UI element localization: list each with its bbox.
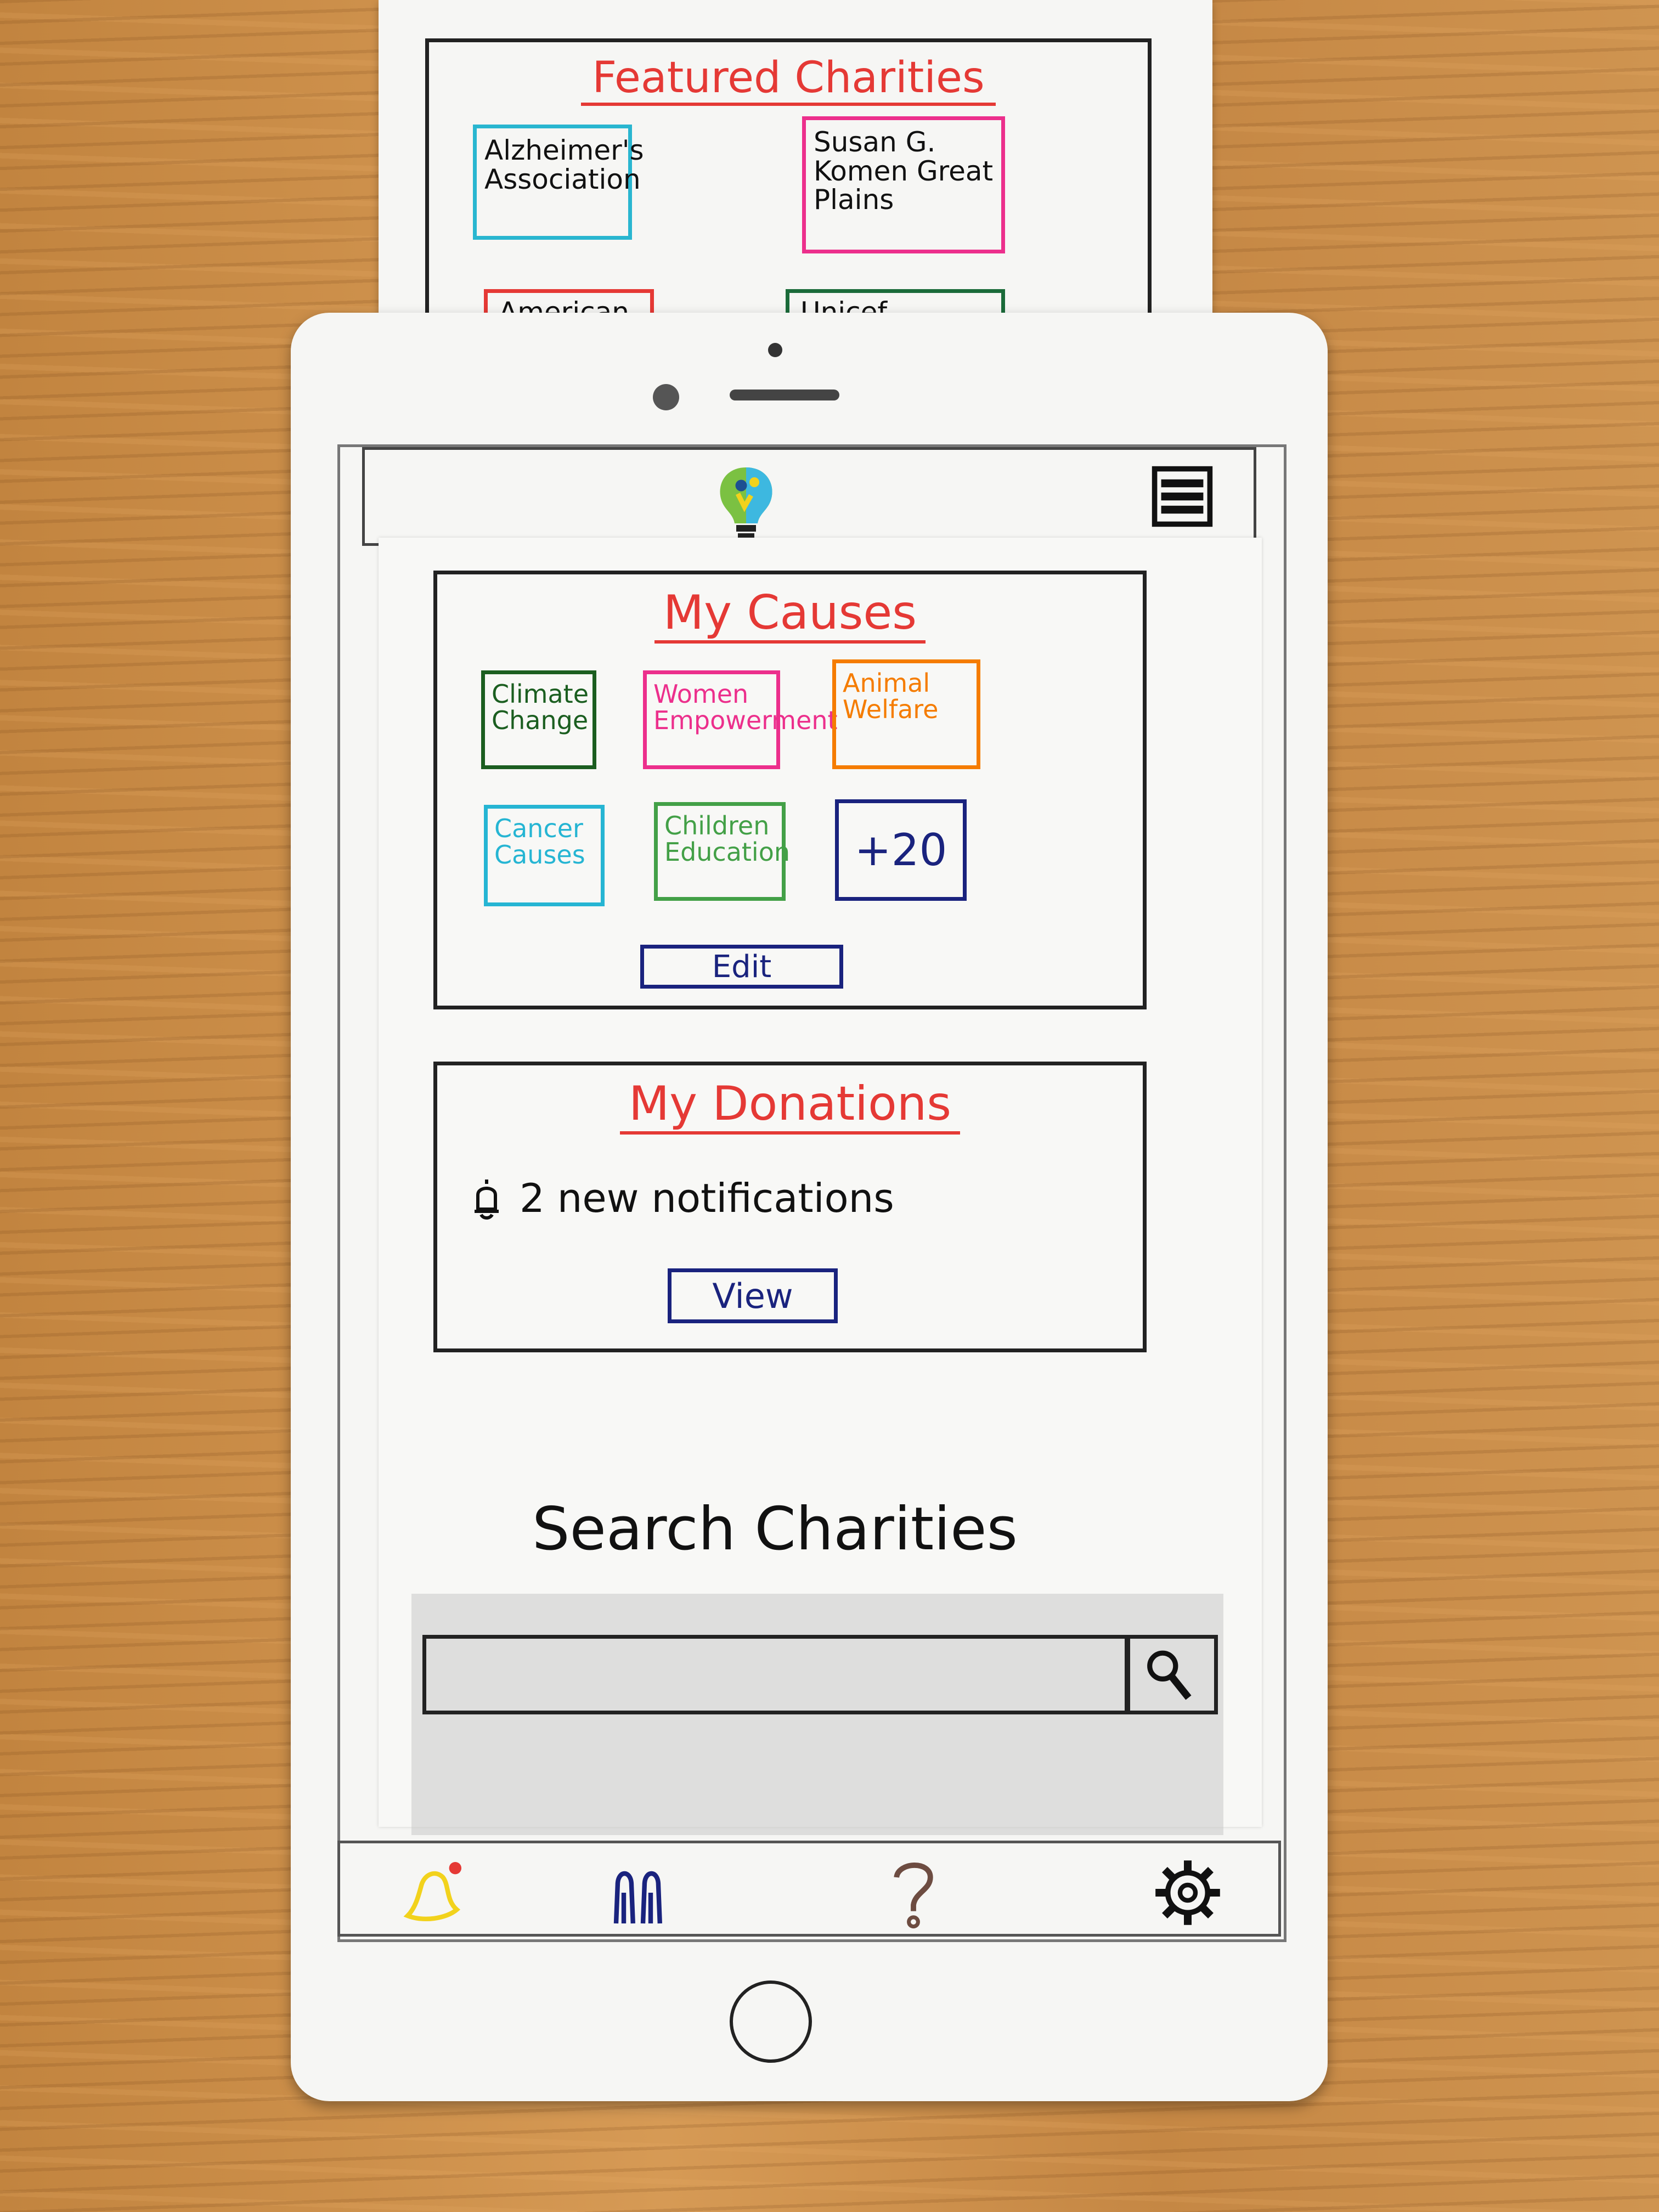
search-charities-title: Search Charities <box>532 1495 1018 1564</box>
speaker-grille <box>730 390 839 400</box>
view-donations-button[interactable]: View <box>668 1268 838 1323</box>
bottom-tab-bar <box>337 1841 1281 1937</box>
tape-overlay <box>411 1594 1223 1835</box>
home-button[interactable] <box>730 1980 812 2063</box>
cause-tile-women-empowerment[interactable]: Women Empowerment <box>643 670 838 769</box>
search-button[interactable] <box>1125 1635 1218 1714</box>
notification-row[interactable]: 2 new notifications <box>470 1175 894 1221</box>
question-icon[interactable] <box>872 1854 955 1931</box>
my-donations-title: My Donations <box>437 1076 1143 1135</box>
charity-tile-komen[interactable]: Susan G. Komen Great Plains <box>802 116 1005 253</box>
notification-text: 2 new notifications <box>520 1175 894 1221</box>
lightbulb-people-logo-icon[interactable] <box>705 461 787 543</box>
search-icon <box>1147 1650 1192 1700</box>
cause-label: Climate Change <box>492 679 589 736</box>
more-causes-label: +20 <box>854 824 947 876</box>
cause-label: Animal Welfare <box>843 668 939 725</box>
more-causes-button[interactable]: +20 <box>835 799 967 901</box>
people-icon[interactable] <box>598 1854 680 1931</box>
cause-label: Children Education <box>664 811 791 867</box>
cause-label: Cancer Causes <box>494 814 585 870</box>
bell-icon <box>475 1180 499 1220</box>
charity-tile-alzheimers[interactable]: Alzheimer's Association <box>473 125 644 240</box>
app-header <box>362 447 1256 546</box>
cause-tile-children-education[interactable]: Children Education <box>654 802 790 901</box>
sensor-dot <box>768 343 782 357</box>
charity-label: Susan G. Komen Great Plains <box>814 126 994 216</box>
my-causes-card: My Causes Climate Change Women Empowerme… <box>433 571 1147 1009</box>
cause-label: Women Empowerment <box>653 679 838 736</box>
hamburger-menu-icon[interactable] <box>1149 464 1215 529</box>
app-screen: My Causes Climate Change Women Empowerme… <box>379 538 1262 1835</box>
gear-icon[interactable] <box>1147 1854 1229 1931</box>
featured-title: Featured Charities <box>429 53 1148 106</box>
cause-tile-cancer-causes[interactable]: Cancer Causes <box>484 805 605 906</box>
featured-charities-card: Featured Charities Alzheimer's Associati… <box>379 0 1212 371</box>
camera-icon <box>653 384 679 410</box>
cause-tile-climate-change[interactable]: Climate Change <box>481 670 596 769</box>
edit-causes-button[interactable]: Edit <box>640 945 843 989</box>
my-causes-title: My Causes <box>437 585 1143 644</box>
bell-icon[interactable] <box>390 1854 472 1931</box>
charity-label: Alzheimer's Association <box>484 134 644 195</box>
search-input[interactable] <box>422 1635 1130 1714</box>
my-donations-card: My Donations 2 new notifications View <box>433 1062 1147 1352</box>
cause-tile-animal-welfare[interactable]: Animal Welfare <box>832 659 980 769</box>
